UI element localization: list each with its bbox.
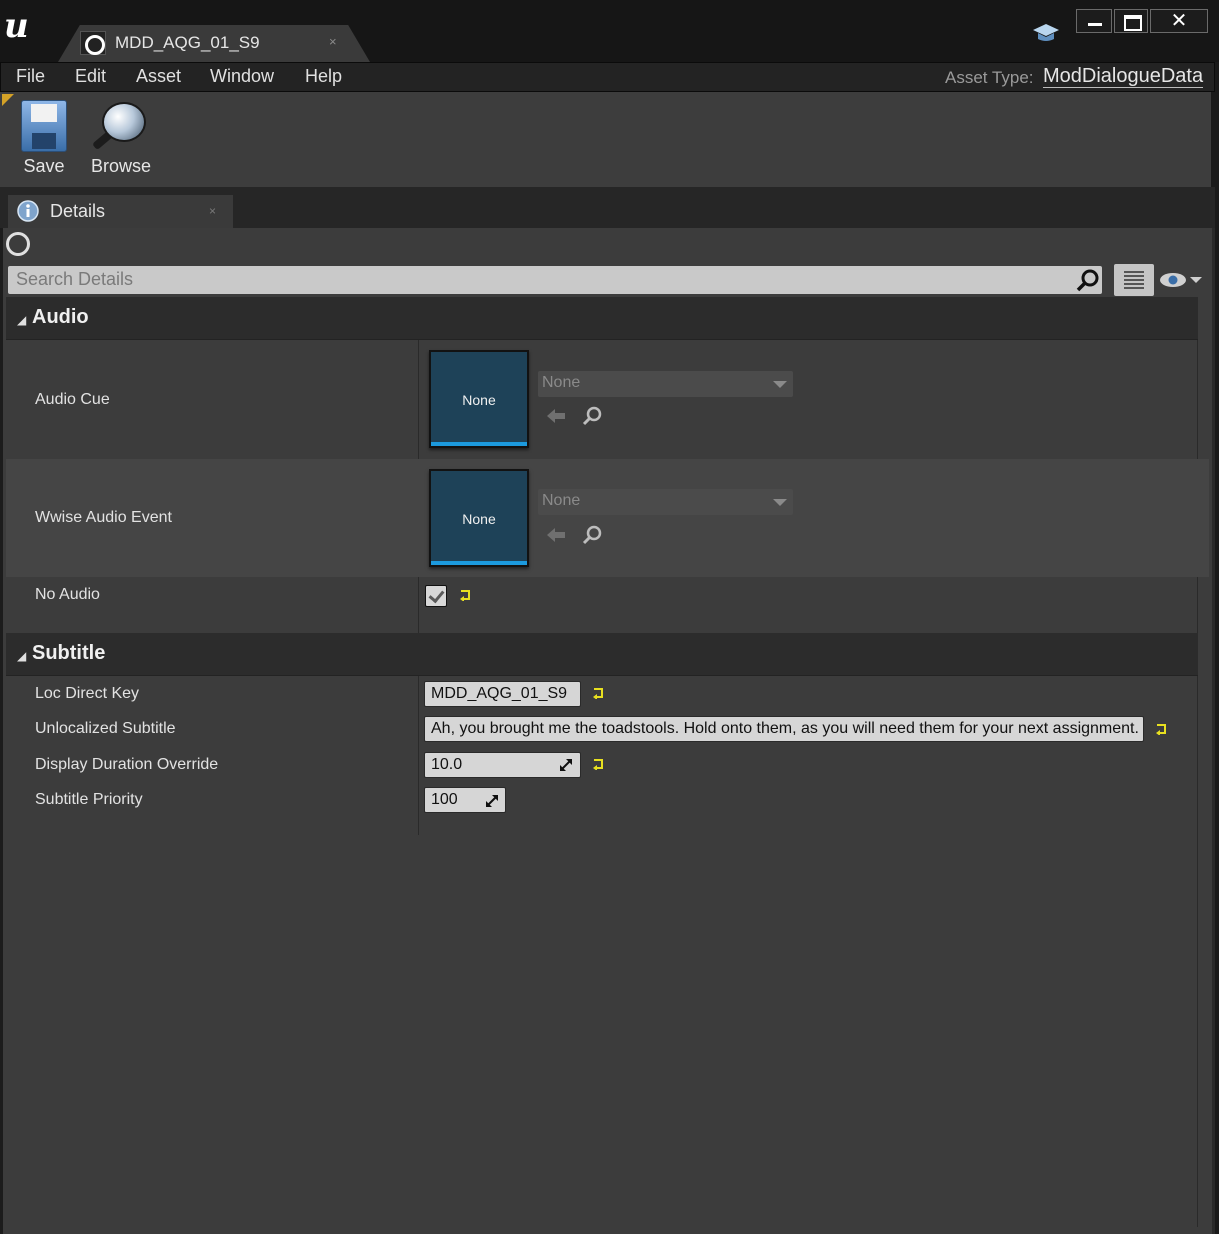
asset-type-label: Asset Type: [945,68,1034,87]
view-options-eye-icon[interactable] [1158,268,1206,292]
property-row-no-audio: No Audio [6,577,1209,615]
browse-button-label: Browse [90,156,152,176]
subtitle-priority-value: 100 [431,791,458,808]
asset-color-bar [431,561,527,565]
wwise-event-thumbnail-text: None [462,511,496,527]
audio-cue-asset-picker[interactable]: None [538,371,793,397]
unlocalized-subtitle-value: Ah, you brought me the toadstools. Hold … [431,720,1139,737]
wwise-audio-event-label: Wwise Audio Event [35,509,172,526]
asset-type-link[interactable]: ModDialogueData [1043,65,1204,88]
unlocalized-subtitle-label: Unlocalized Subtitle [35,720,176,737]
asset-toolbar [0,92,1212,187]
dropdown-arrow-icon [773,381,787,388]
unlocalized-subtitle-field[interactable]: Ah, you brought me the toadstools. Hold … [424,716,1144,742]
menu-window[interactable]: Window [210,66,274,87]
property-row-display-duration-override: Display Duration Override [6,747,1209,783]
property-matrix-button[interactable] [1114,264,1154,296]
browse-button[interactable]: Browse [88,100,154,177]
display-duration-spinbox[interactable]: 10.0 [424,752,581,778]
details-tab-label: Details [50,201,106,221]
menu-help[interactable]: Help [305,66,342,87]
lock-selection-icon[interactable] [6,232,30,256]
property-row-subtitle-priority: Subtitle Priority [6,783,1209,819]
minimize-button[interactable] [1076,9,1112,33]
property-row-audio-cue: Audio Cue [6,341,1209,459]
menu-edit[interactable]: Edit [75,66,106,87]
subtitle-priority-label: Subtitle Priority [35,791,143,808]
loc-direct-key-label: Loc Direct Key [35,685,140,702]
category-subtitle-header[interactable]: ◢ Subtitle [6,633,1198,676]
document-tab-close-icon[interactable]: × [329,34,337,49]
magnifier-icon [92,100,150,152]
audio-cue-thumbnail-text: None [462,392,496,408]
save-button[interactable]: Save [18,100,70,177]
wwise-event-asset-picker[interactable]: None [538,489,793,515]
search-icon[interactable] [1075,268,1101,292]
wwise-event-picker-value: None [542,492,581,509]
subtitle-priority-spinbox[interactable]: 100 [424,787,506,813]
menu-asset[interactable]: Asset [136,66,181,87]
menu-bar: File Edit Asset Window Help Asset Type: … [0,62,1215,92]
category-audio-header[interactable]: ◢ Audio [6,297,1198,340]
display-duration-value: 10.0 [431,756,463,773]
toolbar-corner-marker [2,94,14,106]
details-tab-close-icon[interactable]: × [209,204,216,218]
spin-drag-icon[interactable] [485,794,499,808]
info-icon [17,200,39,222]
browse-to-asset-icon[interactable] [582,406,602,426]
audio-cue-label: Audio Cue [35,391,110,408]
category-audio-label: Audio [32,306,89,328]
floppy-disk-icon [21,100,67,152]
reset-to-default-icon[interactable] [592,687,606,699]
no-audio-checkbox[interactable] [425,585,447,607]
reset-to-default-icon[interactable] [459,589,473,601]
collapse-arrow-icon[interactable]: ◢ [17,649,26,663]
wwise-event-thumbnail[interactable]: None [429,469,529,567]
loc-direct-key-field[interactable]: MDD_AQG_01_S9 [424,681,581,707]
audio-cue-picker-value: None [542,374,581,391]
use-selected-arrow-icon[interactable] [545,407,567,425]
tab-details[interactable] [8,195,233,228]
use-selected-arrow-icon[interactable] [545,526,567,544]
audio-cue-thumbnail[interactable]: None [429,350,529,448]
property-row-wwise-audio-event: Wwise Audio Event [6,459,1209,577]
reset-to-default-icon[interactable] [1155,723,1169,735]
unreal-logo-icon[interactable]: u [4,6,38,46]
no-audio-label: No Audio [35,586,100,603]
loc-direct-key-value: MDD_AQG_01_S9 [431,685,568,702]
category-subtitle-label: Subtitle [32,642,106,664]
spin-drag-icon[interactable] [559,758,573,772]
reset-to-default-icon[interactable] [592,758,606,770]
collapse-arrow-icon[interactable]: ◢ [17,313,26,327]
search-details-input[interactable] [8,266,1102,294]
maximize-button[interactable] [1114,9,1148,33]
menu-file[interactable]: File [16,66,45,87]
close-window-button[interactable]: ✕ [1150,9,1208,33]
search-placeholder: Search Details [16,269,134,289]
document-tab-title: MDD_AQG_01_S9 [115,33,260,52]
browse-to-asset-icon[interactable] [582,525,602,545]
graduation-cap-icon[interactable] [1032,22,1060,44]
save-button-label: Save [23,156,65,176]
asset-color-bar [431,442,527,446]
property-row-loc-direct-key: Loc Direct Key [6,677,1209,711]
display-duration-override-label: Display Duration Override [35,756,219,773]
dialogue-asset-icon [80,31,106,55]
dropdown-arrow-icon [773,499,787,506]
